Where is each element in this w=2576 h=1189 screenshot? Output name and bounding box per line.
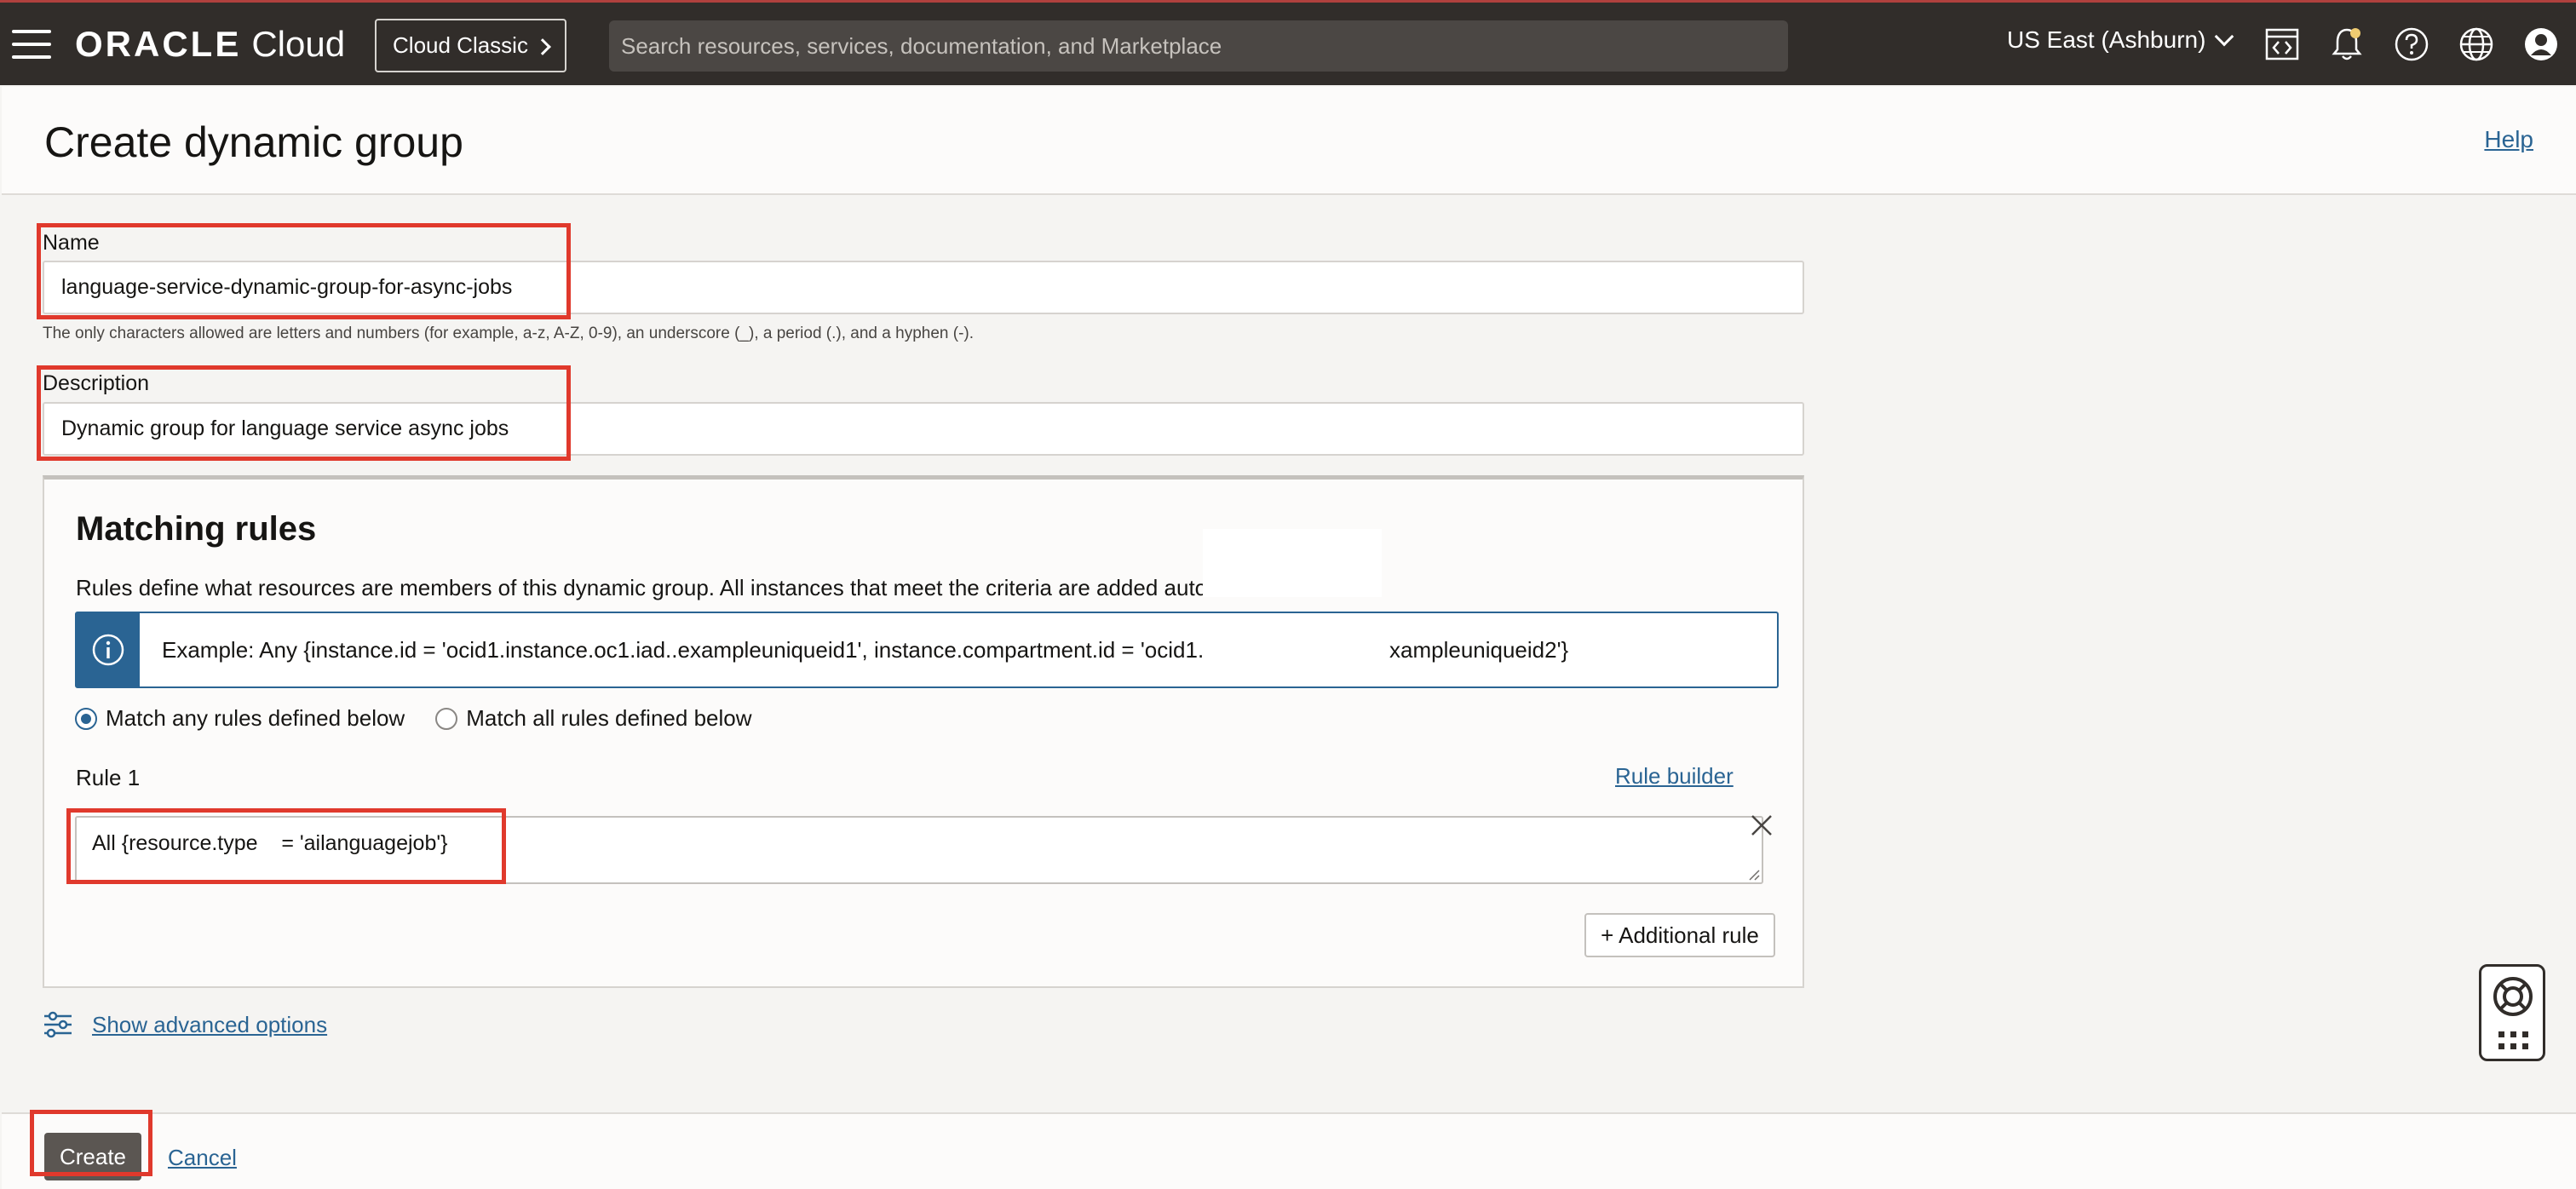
search-input[interactable]: Search resources, services, documentatio… [609,20,1788,72]
apps-grid-icon [2498,1031,2528,1049]
code-editor-icon[interactable] [2263,25,2302,64]
match-any-radio[interactable] [75,707,97,730]
create-highlight-box [30,1110,152,1176]
rule-1-label: Rule 1 [76,765,141,790]
example-text-left: Example: Any {instance.id = 'ocid1.insta… [162,637,1228,663]
chevron-right-icon [534,37,551,55]
help-icon[interactable] [2392,25,2431,64]
redaction-patch-top [1203,529,1382,597]
oracle-cloud-logo[interactable]: ORACLE Cloud [75,23,345,66]
remove-rule-close-icon[interactable] [1748,812,1775,839]
match-options: Match any rules defined below Match all … [75,705,752,732]
logo-oracle-text: ORACLE [75,24,242,64]
info-strip [77,613,140,686]
matching-rules-description: Rules define what resources are members … [76,575,1226,600]
name-highlight-box [37,223,571,319]
advanced-options-toggle[interactable]: Show advanced options [43,1009,327,1040]
cloud-classic-button[interactable]: Cloud Classic [375,19,566,72]
logo-cloud-text: Cloud [251,24,346,64]
additional-rule-button[interactable]: + Additional rule [1584,913,1775,957]
info-icon [92,634,124,666]
description-highlight-box [37,365,571,461]
rule-builder-link[interactable]: Rule builder [1615,763,1734,790]
name-hint: The only characters allowed are letters … [43,325,975,342]
rule-highlight-box [66,808,506,884]
globe-icon[interactable] [2457,25,2496,64]
cancel-link[interactable]: Cancel [168,1145,237,1171]
show-advanced-options-link[interactable]: Show advanced options [92,1012,327,1038]
sliders-icon [44,1011,72,1038]
lifebuoy-icon [2493,977,2533,1016]
help-widget[interactable] [2479,964,2545,1061]
search-placeholder: Search resources, services, documentatio… [621,32,1222,59]
top-navigation-bar: ORACLE Cloud Cloud Classic Search resour… [0,0,2576,85]
bell-icon[interactable] [2327,25,2366,64]
redaction-patch-example [1203,624,1382,677]
help-link[interactable]: Help [2484,126,2533,153]
region-label: US East (Ashburn) [2007,26,2206,53]
example-text-right: xampleuniqueid2'} [1389,637,1569,663]
chevron-down-icon [2215,26,2234,47]
menu-icon[interactable] [12,30,51,59]
matching-rules-title: Matching rules [76,510,317,548]
page-title: Create dynamic group [44,118,463,166]
cloud-classic-label: Cloud Classic [393,32,528,58]
match-any-label[interactable]: Match any rules defined below [106,705,405,732]
match-all-label[interactable]: Match all rules defined below [466,705,751,732]
matching-rules-panel: Matching rules Rules define what resourc… [43,475,1804,988]
user-icon[interactable] [2521,25,2561,64]
region-selector[interactable]: US East (Ashburn) [2007,26,2234,54]
page-header: Create dynamic group Help [2,87,2576,195]
match-all-radio[interactable] [435,707,458,730]
example-info-box: Example: Any {instance.id = 'ocid1.insta… [75,612,1779,688]
resize-grip-icon[interactable] [1746,867,1760,881]
form-footer: Create Cancel [2,1112,2576,1189]
